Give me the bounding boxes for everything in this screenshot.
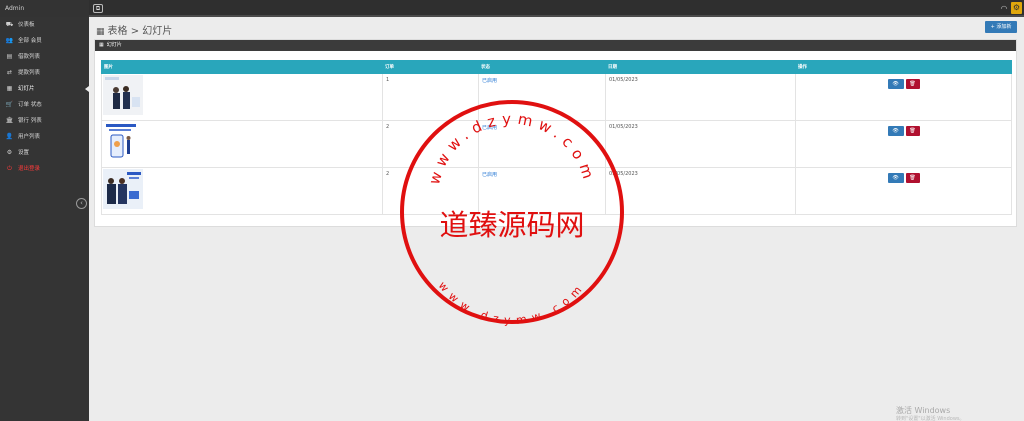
windows-activation-subtitle: 转到"设置"以激活 Windows。 bbox=[896, 416, 965, 421]
status-link[interactable]: 已启用 bbox=[482, 172, 497, 178]
loans-icon: ▤ bbox=[6, 53, 13, 60]
withdrawals-icon: ⇄ bbox=[6, 69, 13, 76]
panel-grid-icon: ▦ bbox=[99, 42, 104, 48]
sidebar-item-dashboard[interactable]: ⛟ 仪表板 bbox=[0, 17, 89, 33]
slides-table: 图片 订单 状态 日期 操作 1 已启用 01/05/2023 👁 🗑 2 已启用 01/05… bbox=[101, 60, 1012, 215]
row-actions: 👁 🗑 bbox=[799, 79, 1008, 89]
table-row: 1 已启用 01/05/2023 👁 🗑 bbox=[101, 73, 1012, 121]
status-link[interactable]: 已启用 bbox=[482, 78, 497, 84]
sidebar-item-logout[interactable]: ⏻ 退出登录 bbox=[0, 161, 89, 177]
cell-image bbox=[101, 167, 383, 215]
sidebar-item-loans[interactable]: ▤ 借款列表 bbox=[0, 49, 89, 65]
members-icon: 👥 bbox=[5, 37, 14, 44]
slides-panel: ▦ 幻灯片 图片 订单 状态 日期 操作 1 已启用 01/05/2023 👁 🗑 2 已启用… bbox=[94, 39, 1017, 227]
sidebar: ⛟ 仪表板 👥 全部 会员 ▤ 借款列表 ⇄ 提款列表 ▦ 幻灯片 🛒 订单 状态 🏛 银行 列表 👤 用户列… bbox=[0, 17, 89, 421]
status-link[interactable]: 已启用 bbox=[482, 125, 497, 131]
sidebar-item-label: 设置 bbox=[18, 150, 30, 156]
column-header-image: 图片 bbox=[101, 60, 383, 74]
row-actions: 👁 🗑 bbox=[799, 173, 1008, 183]
column-header-actions: 操作 bbox=[795, 60, 1012, 74]
stamp-arc-bottom: www.dzymw.com bbox=[436, 279, 589, 326]
sidebar-item-label: 仪表板 bbox=[18, 22, 35, 28]
banks-icon: 🏛 bbox=[5, 117, 14, 124]
settings-icon: ⚙ bbox=[6, 149, 13, 156]
cell-image bbox=[101, 73, 383, 121]
brand-title: Admin bbox=[0, 0, 89, 17]
sidebar-item-slides[interactable]: ▦ 幻灯片 bbox=[0, 81, 89, 97]
cell-order: 1 bbox=[382, 73, 479, 121]
sidebar-item-label: 银行 列表 bbox=[18, 118, 42, 124]
cell-date: 01/05/2023 bbox=[605, 120, 796, 168]
order-status-icon: 🛒 bbox=[5, 101, 14, 108]
panel-heading: ▦ 幻灯片 bbox=[95, 40, 1016, 51]
page-title: ▦ 表格 > 幻灯片 bbox=[96, 22, 172, 37]
slide-thumbnail bbox=[103, 122, 143, 162]
delete-button[interactable]: 🗑 bbox=[905, 79, 920, 89]
column-header-date: 日期 bbox=[605, 60, 796, 74]
view-button[interactable]: 👁 bbox=[887, 79, 904, 89]
menu-toggle-icon[interactable]: ⧉ bbox=[93, 4, 103, 13]
delete-button[interactable]: 🗑 bbox=[905, 126, 920, 136]
sidebar-item-label: 提款列表 bbox=[18, 70, 41, 76]
slides-icon: ▦ bbox=[6, 85, 13, 92]
sidebar-item-label: 用户列表 bbox=[18, 134, 41, 140]
slide-thumbnail bbox=[103, 169, 143, 209]
users-icon: 👤 bbox=[5, 133, 14, 140]
logout-icon: ⏻ bbox=[7, 165, 12, 172]
view-button[interactable]: 👁 bbox=[887, 173, 904, 183]
user-icon[interactable]: ◠ bbox=[999, 4, 1009, 13]
cell-actions: 👁 🗑 bbox=[795, 167, 1012, 215]
table-row: 2 已启用 01/05/2023 👁 🗑 bbox=[101, 120, 1012, 168]
column-header-order: 订单 bbox=[382, 60, 479, 74]
delete-button[interactable]: 🗑 bbox=[905, 173, 920, 183]
page-title-text: 表格 > 幻灯片 bbox=[107, 26, 173, 37]
sidebar-item-label: 全部 会员 bbox=[18, 38, 42, 44]
cell-order: 2 bbox=[382, 120, 479, 168]
table-grid-icon: ▦ bbox=[96, 27, 105, 37]
sidebar-item-order-status[interactable]: 🛒 订单 状态 bbox=[0, 97, 89, 113]
sidebar-item-label: 幻灯片 bbox=[18, 86, 35, 92]
settings-gear-icon[interactable]: ⚙ bbox=[1011, 2, 1022, 14]
cell-image bbox=[101, 120, 383, 168]
slide-thumbnail bbox=[103, 75, 143, 115]
sidebar-item-label: 订单 状态 bbox=[18, 102, 42, 108]
column-header-status: 状态 bbox=[478, 60, 606, 74]
cell-actions: 👁 🗑 bbox=[795, 73, 1012, 121]
table-row: 2 已启用 01/05/2023 👁 🗑 bbox=[101, 167, 1012, 215]
sidebar-item-members[interactable]: 👥 全部 会员 bbox=[0, 33, 89, 49]
cell-status: 已启用 bbox=[478, 167, 606, 215]
top-bar: Admin ⧉ ◠ ⚙ bbox=[0, 0, 1024, 17]
cell-date: 01/05/2023 bbox=[605, 167, 796, 215]
cell-status: 已启用 bbox=[478, 120, 606, 168]
sidebar-item-label: 退出登录 bbox=[18, 166, 41, 172]
sidebar-item-banks[interactable]: 🏛 银行 列表 bbox=[0, 113, 89, 129]
sidebar-item-settings[interactable]: ⚙ 设置 bbox=[0, 145, 89, 161]
dashboard-icon: ⛟ bbox=[5, 21, 14, 28]
cell-date: 01/05/2023 bbox=[605, 73, 796, 121]
cell-actions: 👁 🗑 bbox=[795, 120, 1012, 168]
panel-heading-text: 幻灯片 bbox=[106, 42, 122, 48]
add-new-button[interactable]: + 添加新 bbox=[985, 21, 1017, 33]
topbar-divider bbox=[89, 15, 1024, 17]
view-button[interactable]: 👁 bbox=[887, 126, 904, 136]
sidebar-item-label: 借款列表 bbox=[18, 54, 41, 60]
cell-order: 2 bbox=[382, 167, 479, 215]
cell-status: 已启用 bbox=[478, 73, 606, 121]
sidebar-item-withdrawals[interactable]: ⇄ 提款列表 bbox=[0, 65, 89, 81]
sidebar-item-users[interactable]: 👤 用户列表 bbox=[0, 129, 89, 145]
row-actions: 👁 🗑 bbox=[799, 126, 1008, 136]
collapse-sidebar-icon[interactable]: ‹ bbox=[76, 198, 87, 209]
